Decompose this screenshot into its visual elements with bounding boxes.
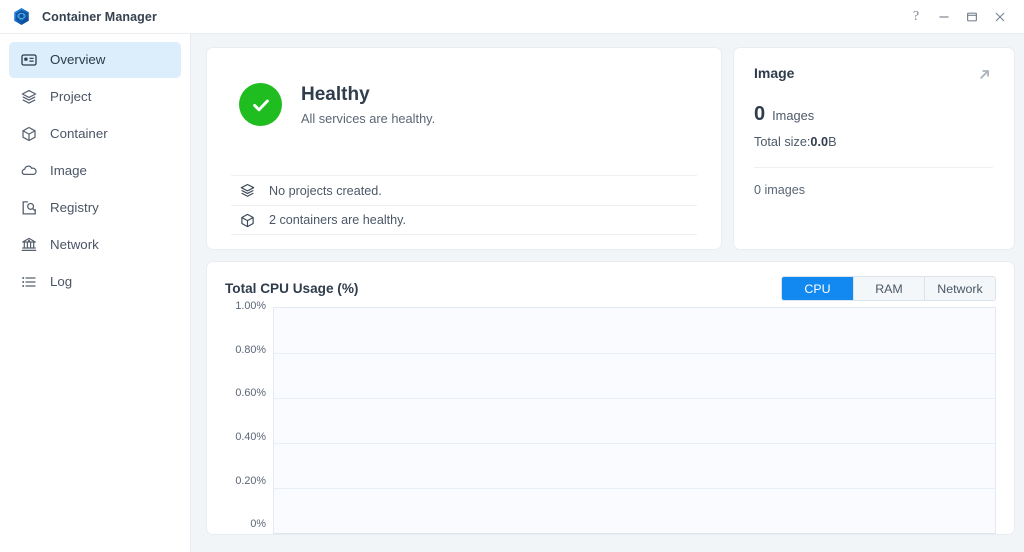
health-status-title: Healthy <box>301 83 435 107</box>
title-bar: Container Manager ? <box>0 0 1024 33</box>
summary-cards-row: Healthy All services are healthy. <box>207 48 1014 249</box>
gridline <box>274 488 995 489</box>
image-card-title: Image <box>754 65 794 81</box>
health-check-icon <box>239 83 282 126</box>
y-axis-tick: 0.40% <box>235 432 266 443</box>
close-button[interactable] <box>986 4 1014 30</box>
gridline <box>274 353 995 354</box>
image-count-label: Images <box>772 108 814 123</box>
image-count-row: 0 Images <box>754 104 993 124</box>
health-header: Healthy All services are healthy. <box>231 70 697 126</box>
gridline <box>274 398 995 399</box>
y-axis-tick: 0.60% <box>235 388 266 399</box>
window-controls: ? <box>902 4 1014 30</box>
chart-header: Total CPU Usage (%) CPU RAM Network <box>225 276 996 301</box>
tab-network[interactable]: Network <box>924 277 995 300</box>
container-manager-window: Container Manager ? <box>0 0 1024 552</box>
image-card-header: Image <box>754 65 993 83</box>
container-manager-hexagon-icon <box>12 7 31 26</box>
cpu-usage-chart-card: Total CPU Usage (%) CPU RAM Network 1.00… <box>207 262 1014 534</box>
sidebar-item-overview[interactable]: Overview <box>9 42 181 78</box>
external-link-arrow-icon[interactable] <box>975 65 993 83</box>
image-total-size: Total size:0.0B <box>754 135 993 149</box>
title-bar-left: Container Manager <box>12 7 157 26</box>
sidebar-item-image[interactable]: Image <box>9 153 181 189</box>
layers-icon <box>240 183 255 198</box>
help-button[interactable]: ? <box>902 4 930 30</box>
image-card-footer: 0 images <box>754 183 993 197</box>
image-total-size-label: Total size: <box>754 135 810 149</box>
sidebar-item-label: Registry <box>50 201 99 214</box>
sidebar-item-network[interactable]: Network <box>9 227 181 263</box>
overview-card-icon <box>21 52 37 68</box>
main-content: Healthy All services are healthy. <box>191 34 1024 552</box>
sidebar-item-log[interactable]: Log <box>9 264 181 300</box>
image-count-value: 0 <box>754 104 765 124</box>
tab-cpu[interactable]: CPU <box>782 277 853 300</box>
health-text-block: Healthy All services are healthy. <box>301 83 435 126</box>
sidebar-item-label: Container <box>50 127 108 140</box>
y-axis-tick: 0.80% <box>235 345 266 356</box>
cloud-icon <box>21 163 37 179</box>
image-total-size-value: 0.0 <box>810 135 828 149</box>
layers-icon <box>21 89 37 105</box>
minimize-button[interactable] <box>930 4 958 30</box>
cube-icon <box>21 126 37 142</box>
sidebar-item-project[interactable]: Project <box>9 79 181 115</box>
sidebar-item-label: Project <box>50 90 91 103</box>
list-item-label: No projects created. <box>269 184 382 198</box>
divider <box>754 167 993 168</box>
image-total-size-unit: B <box>828 135 836 149</box>
list-item: 2 containers are healthy. <box>231 205 697 235</box>
y-axis-tick: 0.20% <box>235 476 266 487</box>
sidebar-item-container[interactable]: Container <box>9 116 181 152</box>
y-axis-tick: 1.00% <box>235 301 266 312</box>
maximize-button[interactable] <box>958 4 986 30</box>
y-axis-tick: 0% <box>250 519 266 530</box>
sidebar-item-label: Image <box>50 164 87 177</box>
list-item: No projects created. <box>231 175 697 205</box>
metric-tab-group: CPU RAM Network <box>781 276 996 301</box>
sidebar-item-registry[interactable]: Registry <box>9 190 181 226</box>
chart-plot-area: 1.00% 0.80% 0.60% 0.40% 0.20% 0% <box>225 307 996 534</box>
health-status-card: Healthy All services are healthy. <box>207 48 721 249</box>
cube-icon <box>240 213 255 228</box>
network-bank-icon <box>21 237 37 253</box>
search-box-icon <box>21 200 37 216</box>
tab-ram[interactable]: RAM <box>853 277 924 300</box>
health-status-subtitle: All services are healthy. <box>301 111 435 126</box>
gridline <box>274 443 995 444</box>
chart-title: Total CPU Usage (%) <box>225 281 358 296</box>
list-item-label: 2 containers are healthy. <box>269 213 406 227</box>
sidebar-navigation: Overview Project <box>0 34 191 552</box>
sidebar-item-label: Log <box>50 275 72 288</box>
app-title: Container Manager <box>42 10 157 24</box>
chart-y-axis: 1.00% 0.80% 0.60% 0.40% 0.20% 0% <box>225 301 273 530</box>
sidebar-item-label: Network <box>50 238 99 251</box>
image-summary-card: Image 0 Images Total size:0. <box>734 48 1014 249</box>
chart-canvas[interactable] <box>273 307 996 534</box>
health-summary-list: No projects created. 2 containers are he… <box>231 175 697 249</box>
window-body: Overview Project <box>0 33 1024 552</box>
sidebar-item-label: Overview <box>50 53 105 66</box>
list-icon <box>21 274 37 290</box>
